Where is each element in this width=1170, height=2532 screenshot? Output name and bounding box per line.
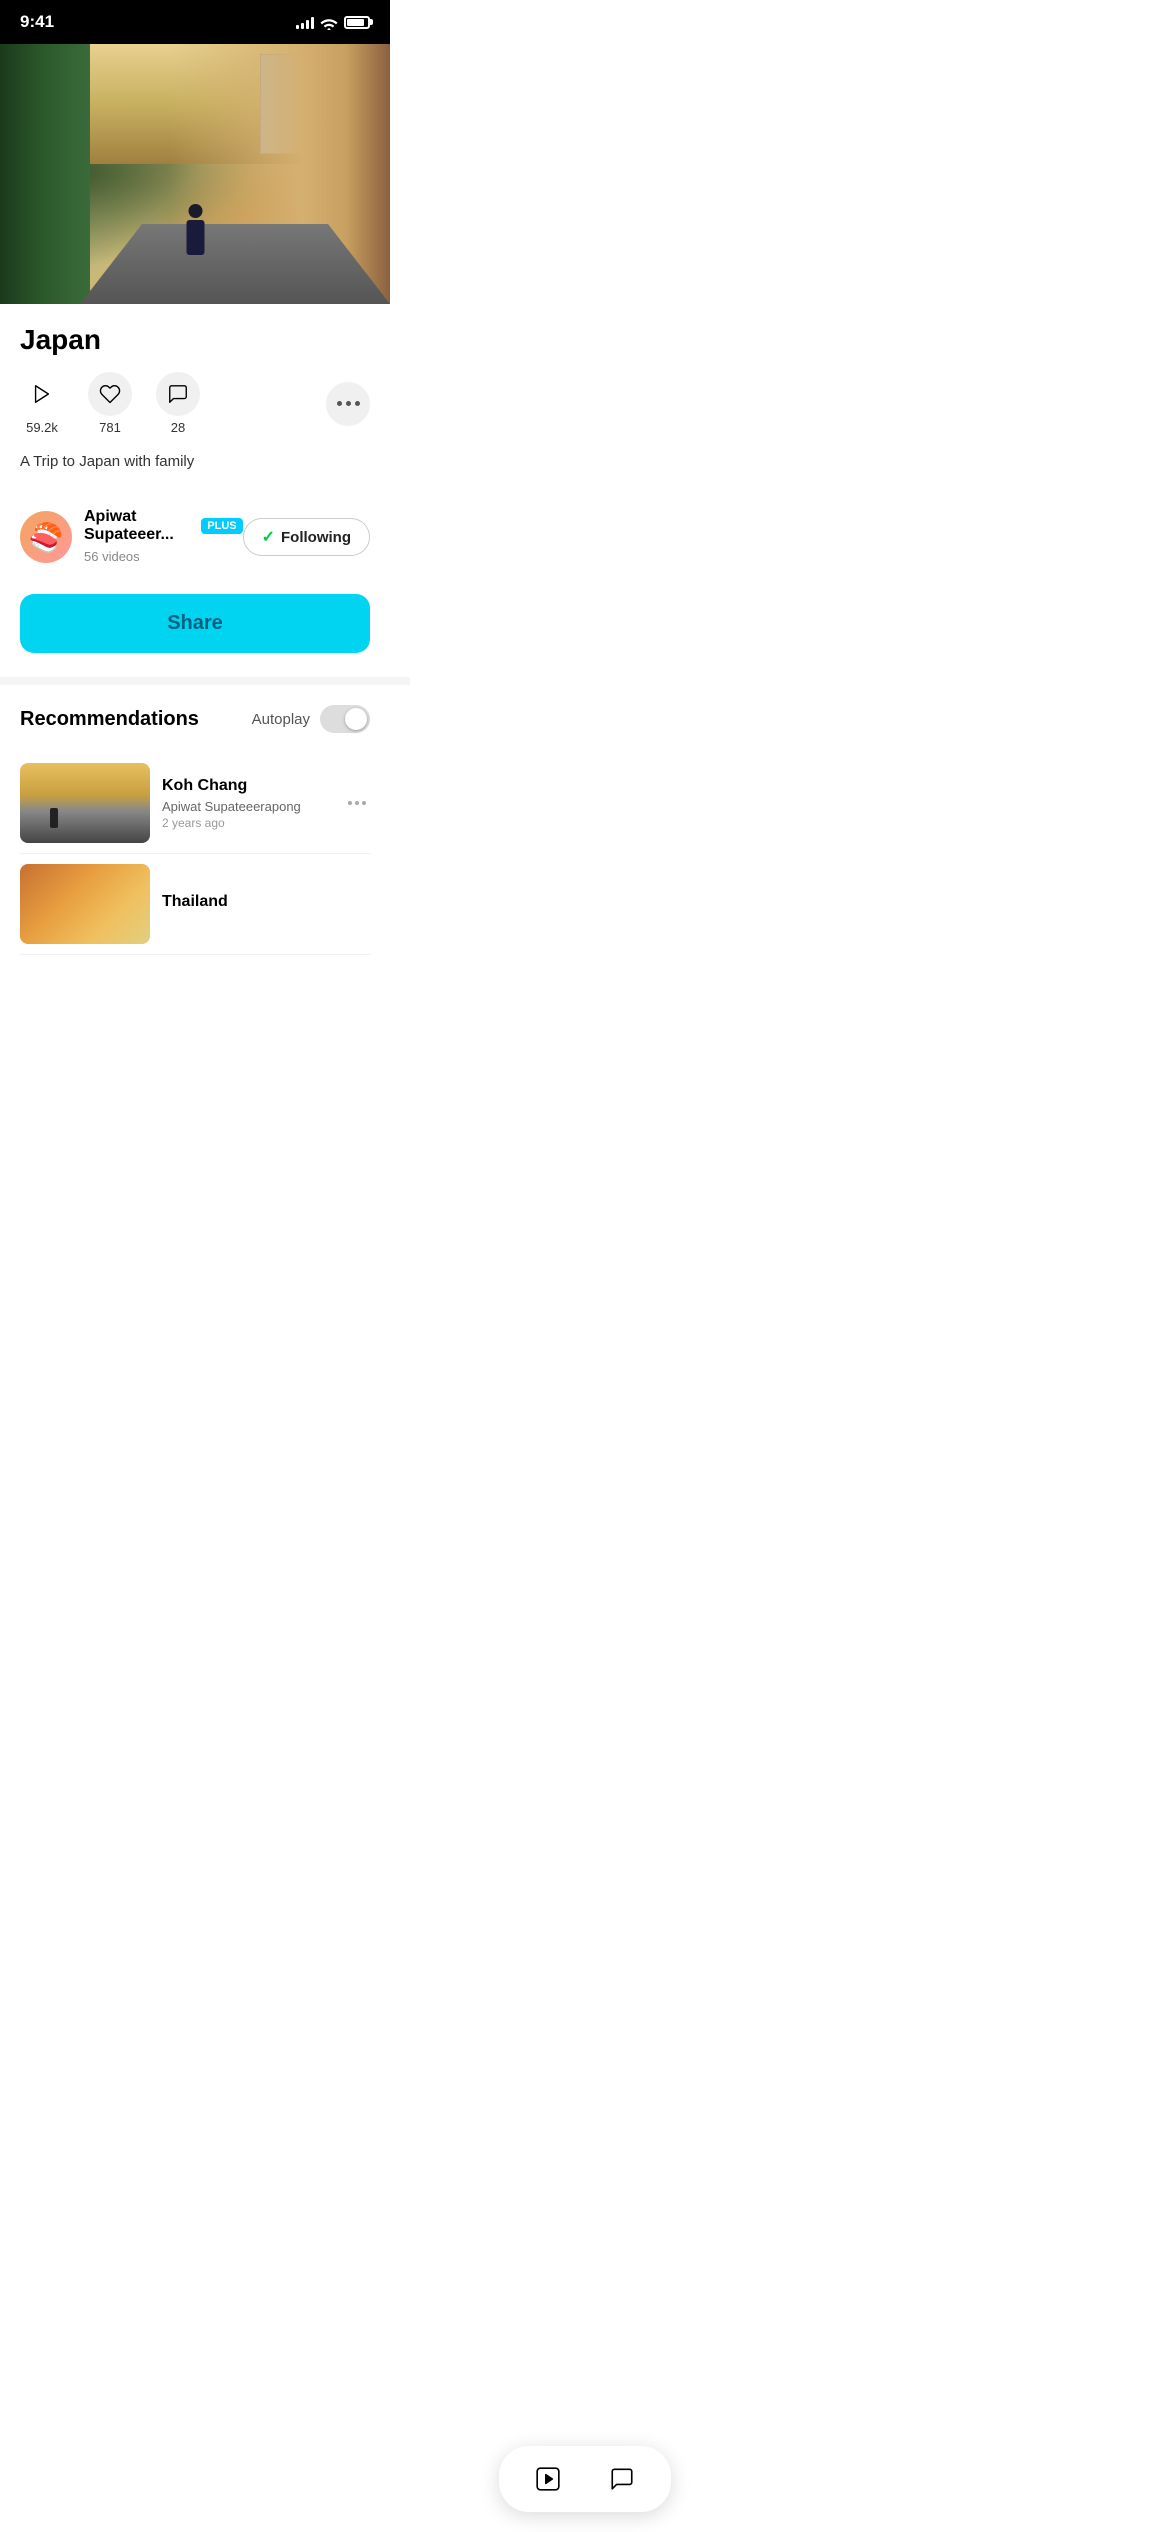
comment-stat[interactable]: 28 <box>156 372 200 435</box>
creator-row: 🍣 Apiwat Supateeer... PLUS 56 videos ✓ F… <box>20 496 370 578</box>
play-button[interactable] <box>20 372 64 416</box>
hero-image <box>0 44 390 304</box>
creator-name: Apiwat Supateeer... <box>84 508 193 544</box>
play-count: 59.2k <box>26 420 58 435</box>
like-stat[interactable]: 781 <box>88 372 132 435</box>
recommendations-section: Recommendations Autoplay Koh Chang Apiwa… <box>0 685 390 955</box>
autoplay-toggle[interactable] <box>320 705 370 733</box>
more-dots-icon <box>337 401 360 406</box>
creator-avatar[interactable]: 🍣 <box>20 511 72 563</box>
rec-time-koh-chang: 2 years ago <box>162 816 332 830</box>
signal-icon <box>296 15 314 29</box>
rec-thumb-koh-chang <box>20 763 150 843</box>
recommendations-header: Recommendations Autoplay <box>20 705 370 733</box>
rec-title-koh-chang: Koh Chang <box>162 777 332 795</box>
creator-info: Apiwat Supateeer... PLUS 56 videos <box>84 508 243 566</box>
rec-item-koh-chang[interactable]: Koh Chang Apiwat Supateeerapong 2 years … <box>20 753 370 854</box>
plus-badge: PLUS <box>201 518 242 534</box>
comment-count: 28 <box>171 420 185 435</box>
rec-thumb-thailand <box>20 864 150 944</box>
bottom-nav <box>499 2446 671 2512</box>
stats-row: 59.2k 781 28 <box>20 372 370 435</box>
creator-name-row: Apiwat Supateeer... PLUS <box>84 508 243 544</box>
nav-play-button[interactable] <box>523 2454 573 2504</box>
rec-creator-koh-chang: Apiwat Supateeerapong <box>162 799 332 814</box>
share-button[interactable]: Share <box>20 594 370 653</box>
status-bar: 9:41 <box>0 0 390 44</box>
like-button[interactable] <box>88 372 132 416</box>
check-icon: ✓ <box>262 527 275 547</box>
avatar-emoji: 🍣 <box>29 521 64 554</box>
rec-title-thailand: Thailand <box>162 893 370 911</box>
section-divider <box>0 677 410 685</box>
play-stat[interactable]: 59.2k <box>20 372 64 435</box>
toggle-knob <box>345 708 367 730</box>
following-label: Following <box>281 529 351 546</box>
like-count: 781 <box>99 420 121 435</box>
following-button[interactable]: ✓ Following <box>243 518 370 556</box>
video-title: Japan <box>20 324 370 356</box>
video-description: A Trip to Japan with family <box>20 451 370 472</box>
status-time: 9:41 <box>20 12 54 32</box>
autoplay-label: Autoplay <box>252 711 310 728</box>
rec-info-thailand: Thailand <box>162 893 370 915</box>
recommendations-title: Recommendations <box>20 708 199 731</box>
nav-comment-button[interactable] <box>597 2454 647 2504</box>
status-icons <box>296 15 370 29</box>
rec-more-button-koh-chang[interactable] <box>344 797 370 809</box>
battery-icon <box>344 16 370 29</box>
autoplay-row: Autoplay <box>252 705 370 733</box>
more-options-button[interactable] <box>326 382 370 426</box>
rec-item-thailand[interactable]: Thailand <box>20 854 370 955</box>
creator-videos-count: 56 videos <box>84 549 140 564</box>
rec-info-koh-chang: Koh Chang Apiwat Supateeerapong 2 years … <box>162 777 332 830</box>
content-area: Japan 59.2k 781 28 <box>0 304 390 677</box>
comment-button[interactable] <box>156 372 200 416</box>
wifi-icon <box>320 16 338 29</box>
